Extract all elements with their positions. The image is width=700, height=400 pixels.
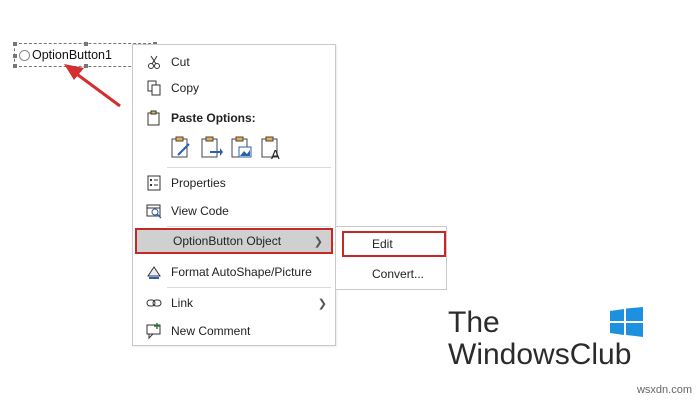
windowsclub-logo: The WindowsClub (448, 308, 631, 370)
copy-icon (145, 79, 163, 97)
link-icon (145, 294, 163, 312)
menu-item-label: Copy (171, 81, 200, 95)
submenu-item-edit[interactable]: Edit (342, 231, 446, 257)
menu-separator (167, 287, 331, 288)
comment-icon (145, 322, 163, 340)
menu-item-view-code[interactable]: View Code (133, 198, 335, 224)
chevron-right-icon: ❯ (313, 235, 323, 248)
menu-item-label: New Comment (171, 324, 251, 338)
windows-logo-icon (610, 307, 643, 337)
menu-separator (167, 167, 331, 168)
menu-item-copy[interactable]: Copy (133, 75, 335, 101)
menu-item-link[interactable]: Link ❯ (133, 290, 335, 316)
view-code-icon (145, 202, 163, 220)
menu-item-optionbutton-object[interactable]: OptionButton Object ❯ (135, 228, 333, 254)
site-watermark: wsxdn.com (636, 384, 692, 396)
logo-line2: WindowsClub (448, 338, 632, 371)
optionbutton-object-submenu: Edit Convert... (335, 226, 447, 290)
format-shape-icon (145, 263, 163, 281)
paste-destination-icon[interactable] (199, 135, 223, 161)
menu-header-paste-options: Paste Options: (133, 105, 335, 131)
menu-separator (167, 226, 331, 227)
paste-icon (145, 109, 163, 127)
paste-text-only-icon[interactable]: A (259, 135, 283, 162)
menu-item-label: Format AutoShape/Picture (171, 265, 312, 279)
svg-text:A: A (271, 147, 280, 161)
scissors-icon (145, 53, 163, 71)
menu-item-label: Properties (171, 176, 226, 190)
menu-item-label: View Code (171, 204, 229, 218)
menu-item-label: Cut (171, 55, 190, 69)
chevron-right-icon: ❯ (317, 297, 327, 310)
menu-item-properties[interactable]: Properties (133, 170, 335, 196)
menu-item-label: Link (171, 296, 194, 310)
logo-line1: The (448, 306, 500, 339)
properties-icon (145, 174, 163, 192)
paste-keep-formatting-icon[interactable] (169, 135, 193, 161)
paste-picture-icon[interactable] (229, 135, 253, 161)
submenu-item-convert[interactable]: Convert... (336, 261, 446, 287)
paste-options-row: A (169, 135, 283, 162)
menu-item-format-autoshape[interactable]: Format AutoShape/Picture (133, 259, 335, 285)
submenu-item-label: Convert... (372, 267, 425, 281)
menu-item-cut[interactable]: Cut (133, 49, 335, 75)
menu-item-label: OptionButton Object (173, 234, 282, 248)
menu-item-label: Paste Options: (171, 111, 256, 125)
menu-item-new-comment[interactable]: New Comment (133, 318, 335, 344)
submenu-item-label: Edit (372, 237, 393, 251)
context-menu: Cut Copy Paste Options: A Properties Vie… (132, 44, 336, 346)
